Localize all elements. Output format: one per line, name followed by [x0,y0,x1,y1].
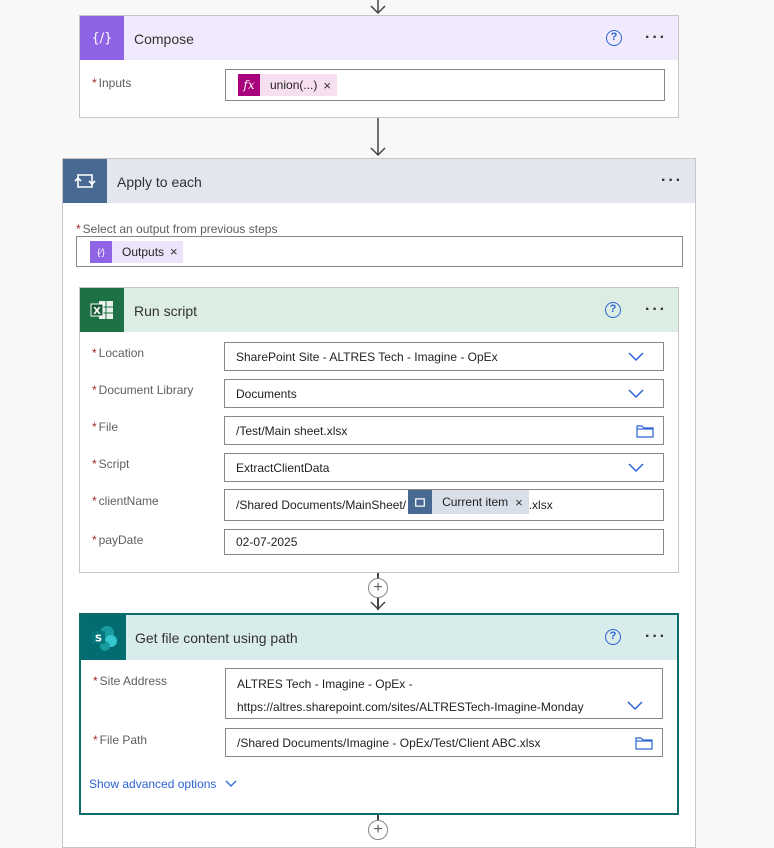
script-dropdown[interactable]: ExtractClientData [224,453,664,482]
file-label: * File [92,420,119,434]
chevron-down-icon[interactable] [627,461,645,473]
outputs-token-label: Outputs [122,244,165,259]
file-path-label: * File Path [93,733,148,747]
remove-token-icon[interactable]: × [170,244,183,259]
site-address-url: https://altres.sharepoint.com/sites/ALTR… [237,700,584,714]
loop-token-icon [408,490,433,514]
select-output-label: * Select an output from previous steps [76,222,278,236]
file-field[interactable]: /Test/Main sheet.xlsx [224,416,664,445]
pay-date-label: * payDate [92,533,144,547]
remove-token-icon[interactable]: × [515,495,529,510]
pay-date-value: 02-07-2025 [236,535,298,549]
get-file-content-header[interactable]: S Get file content using path ? ··· [81,615,677,660]
folder-icon[interactable] [635,736,653,750]
document-library-dropdown[interactable]: Documents [224,379,664,408]
show-advanced-options-link[interactable]: Show advanced options [89,777,238,791]
site-address-name: ALTRES Tech - Imagine - OpEx - [237,677,413,691]
remove-token-icon[interactable]: × [323,78,337,93]
site-address-label: * Site Address [93,674,168,688]
help-icon[interactable]: ? [606,30,622,46]
location-value: SharePoint Site - ALTRES Tech - Imagine … [236,349,498,364]
run-script-card: X Run script ? ··· * Location SharePoint … [79,287,679,573]
inputs-field[interactable]: fx union(...) × [225,69,665,101]
compose-header[interactable]: {∕} Compose ? ··· [80,16,678,60]
sharepoint-icon: S [81,615,126,660]
add-step-button-bottom[interactable]: + [368,820,388,840]
compose-token-icon: {∕} [90,240,112,263]
client-name-label: * clientName [92,494,159,508]
excel-icon: X [80,288,124,332]
more-options-icon[interactable]: ··· [661,173,683,189]
client-name-suffix: .xlsx [528,498,553,512]
add-step-button[interactable]: + [368,578,388,598]
client-name-field[interactable]: /Shared Documents/MainSheet/ Current ite… [224,489,664,521]
svg-text:{∕}: {∕} [92,31,113,46]
plus-icon: + [373,821,383,838]
location-dropdown[interactable]: SharePoint Site - ALTRES Tech - Imagine … [224,342,664,371]
location-label: * Location [92,346,145,360]
chevron-down-icon[interactable] [627,350,645,362]
compose-card: {∕} Compose ? ··· * Inputs fx union(...) … [79,15,679,118]
document-library-label: * Document Library [92,383,194,397]
outputs-token[interactable]: {∕} Outputs × [90,240,183,263]
current-item-token-label: Current item [442,495,509,509]
client-name-prefix: /Shared Documents/MainSheet/ [236,498,407,512]
select-output-field[interactable]: {∕} Outputs × [76,236,683,267]
get-file-content-card: S Get file content using path ? ··· * Sit… [79,613,679,815]
apply-to-each-header[interactable]: Apply to each ··· [63,159,695,203]
current-item-token[interactable]: Current item × [408,490,529,514]
chevron-down-icon[interactable] [627,387,645,399]
flow-arrow-3 [370,601,386,611]
flow-arrow-2 [370,118,386,157]
script-value: ExtractClientData [236,460,330,475]
document-library-value: Documents [236,386,297,401]
svg-text:X: X [93,306,101,317]
file-path-value: /Shared Documents/Imagine - OpEx/Test/Cl… [237,735,541,750]
get-file-content-title: Get file content using path [135,630,298,646]
flow-arrow-top [370,0,386,15]
more-options-icon[interactable]: ··· [645,30,667,46]
plus-icon: + [373,579,383,596]
apply-to-each-title: Apply to each [117,174,202,190]
show-advanced-options-label: Show advanced options [89,777,217,791]
chevron-down-icon[interactable] [626,699,644,711]
svg-text:S: S [94,633,101,644]
union-token[interactable]: fx union(...) × [238,74,337,96]
folder-icon[interactable] [636,424,654,438]
compose-title: Compose [134,31,194,47]
union-token-label: union(...) [270,78,318,92]
loop-icon [63,159,107,203]
more-options-icon[interactable]: ··· [645,302,667,318]
help-icon[interactable]: ? [605,629,621,645]
expression-fx-icon: fx [238,74,260,96]
inputs-label: * Inputs [92,76,132,90]
file-value: /Test/Main sheet.xlsx [236,423,348,438]
run-script-title: Run script [134,303,198,319]
pay-date-field[interactable]: 02-07-2025 [224,529,664,555]
help-icon[interactable]: ? [605,302,621,318]
script-label: * Script [92,457,130,471]
file-path-field[interactable]: /Shared Documents/Imagine - OpEx/Test/Cl… [225,728,663,757]
more-options-icon[interactable]: ··· [645,629,667,645]
run-script-header[interactable]: X Run script ? ··· [80,288,678,332]
compose-action-icon: {∕} [80,16,124,60]
chevron-down-icon [225,780,237,787]
site-address-dropdown[interactable]: ALTRES Tech - Imagine - OpEx - https://a… [225,668,663,719]
